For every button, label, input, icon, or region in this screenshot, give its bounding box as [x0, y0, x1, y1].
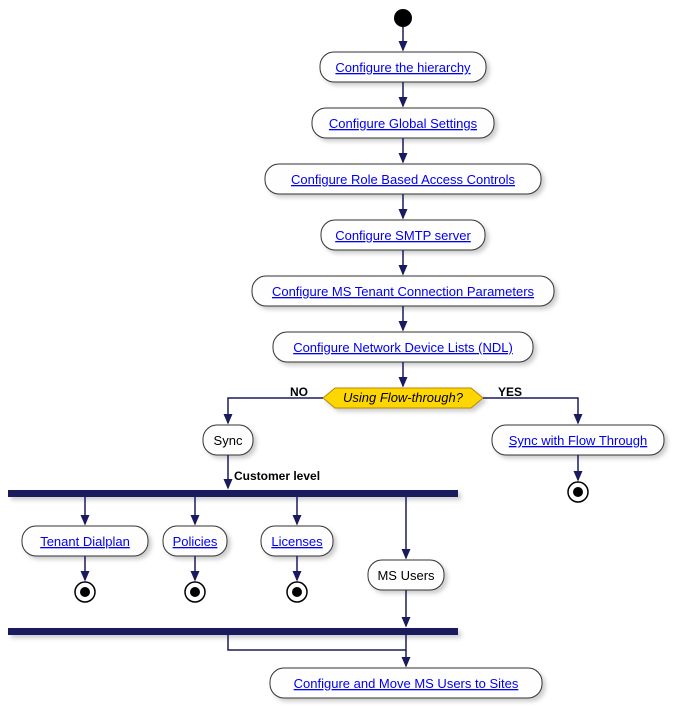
branch-no-label: NO	[290, 385, 308, 399]
join-bar	[8, 628, 458, 635]
node-label[interactable]: Policies	[173, 534, 218, 549]
fork-label: Customer level	[234, 469, 320, 483]
node-label: Sync	[214, 433, 243, 448]
node-label[interactable]: Configure Role Based Access Controls	[291, 172, 516, 187]
node-label[interactable]: Sync with Flow Through	[509, 433, 648, 448]
node-label[interactable]: Licenses	[271, 534, 323, 549]
node-label[interactable]: Configure Network Device Lists (NDL)	[293, 340, 513, 355]
node-label[interactable]: Configure the hierarchy	[335, 60, 471, 75]
branch-yes-label: YES	[498, 385, 522, 399]
node-label[interactable]: Configure Global Settings	[329, 116, 478, 131]
decision-label: Using Flow-through?	[343, 390, 464, 405]
start-node	[394, 9, 412, 27]
node-label[interactable]: Configure and Move MS Users to Sites	[294, 676, 519, 691]
node-label[interactable]: Tenant Dialplan	[40, 534, 130, 549]
activity-diagram: Configure the hierarchy Configure Global…	[0, 0, 680, 712]
fork-bar	[8, 490, 458, 497]
node-label: MS Users	[377, 568, 435, 583]
node-label[interactable]: Configure MS Tenant Connection Parameter…	[272, 284, 535, 299]
node-label[interactable]: Configure SMTP server	[335, 228, 471, 243]
